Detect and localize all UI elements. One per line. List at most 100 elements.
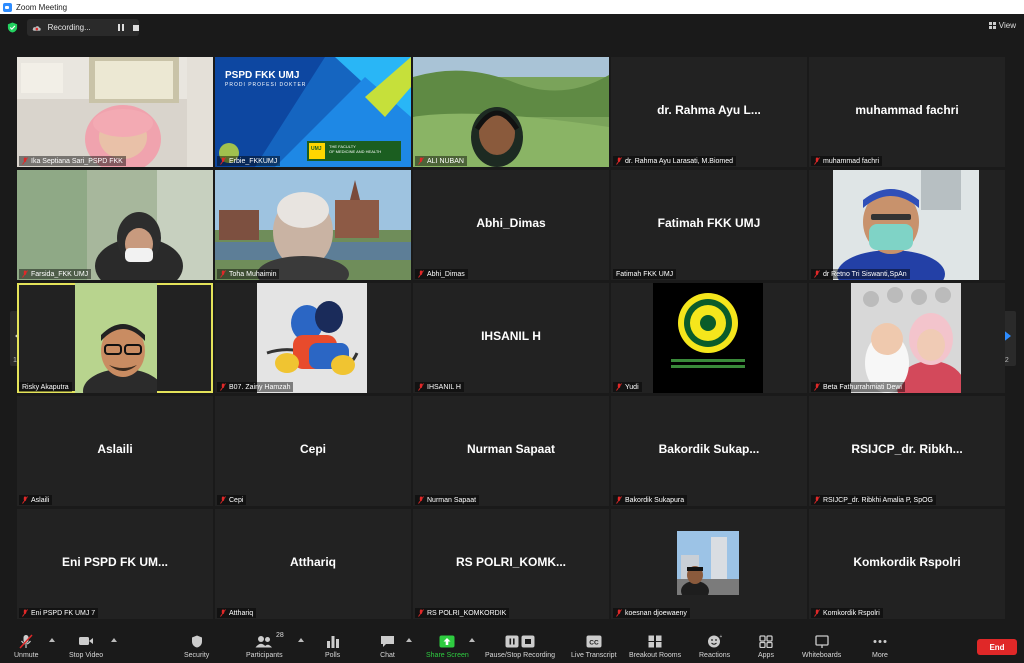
security-shield-icon bbox=[191, 635, 202, 647]
whiteboard-icon bbox=[814, 634, 829, 648]
muted-mic-icon bbox=[418, 270, 424, 278]
end-meeting-button[interactable]: End bbox=[977, 639, 1017, 655]
participant-tile[interactable]: IHSANIL H IHSANIL H bbox=[413, 283, 609, 393]
participant-display-name: muhammad fachri bbox=[855, 103, 959, 117]
participant-name: Risky Akaputra bbox=[22, 383, 69, 391]
cloud-recording-icon bbox=[32, 25, 41, 31]
participant-name: B07. Zainy Hamzah bbox=[229, 383, 291, 391]
participant-name-label: Erbie_FKKUMJ bbox=[217, 156, 281, 166]
participant-display-name: Abhi_Dimas bbox=[476, 216, 546, 230]
participant-display-name: Cepi bbox=[299, 442, 326, 456]
muted-mic-icon bbox=[220, 496, 226, 504]
share-screen-button[interactable]: Share Screen bbox=[426, 633, 469, 659]
participant-tile[interactable]: muhammad fachri muhammad fachri bbox=[809, 57, 1005, 167]
participant-tile-active-speaker[interactable]: Risky Akaputra bbox=[17, 283, 213, 393]
chat-options-caret[interactable] bbox=[406, 638, 412, 642]
security-button[interactable]: Security bbox=[184, 633, 209, 659]
chat-button[interactable]: Chat bbox=[380, 633, 395, 659]
participant-tile[interactable]: dr Retno Tri Siswanti,SpAn bbox=[809, 170, 1005, 280]
apps-button[interactable]: Apps bbox=[758, 633, 774, 659]
participant-tile[interactable]: Aslaili Aslaili bbox=[17, 396, 213, 506]
unmute-button[interactable]: Unmute bbox=[14, 633, 39, 659]
muted-mic-icon bbox=[418, 157, 424, 165]
participant-video bbox=[833, 170, 979, 280]
chat-bubble-icon bbox=[381, 635, 394, 647]
audio-options-caret[interactable] bbox=[49, 638, 55, 642]
participant-tile[interactable]: Beta Fathurrahmiati Dewi bbox=[809, 283, 1005, 393]
participant-name: Atthariq bbox=[229, 609, 254, 617]
more-button[interactable]: More bbox=[872, 633, 888, 659]
stop-recording-button[interactable] bbox=[133, 24, 139, 31]
view-button[interactable]: View bbox=[988, 21, 1016, 30]
participant-video bbox=[17, 57, 213, 167]
participant-name: dr. Rahma Ayu Larasati, M.Biomed bbox=[625, 157, 734, 165]
breakout-rooms-button[interactable]: Breakout Rooms bbox=[629, 633, 681, 659]
participant-name-label: koesnan djoewaeny bbox=[613, 608, 690, 618]
participant-video bbox=[17, 170, 213, 280]
reactions-emoji-icon: + bbox=[708, 634, 722, 648]
participants-options-caret[interactable] bbox=[298, 638, 304, 642]
muted-mic-icon bbox=[22, 609, 28, 617]
participant-video bbox=[413, 57, 609, 167]
participant-name: Aslaili bbox=[31, 496, 50, 504]
participant-tile[interactable]: Bakordik Sukap... Bakordik Sukapura bbox=[611, 396, 807, 506]
share-options-caret[interactable] bbox=[469, 638, 475, 642]
video-options-caret[interactable] bbox=[111, 638, 117, 642]
participant-tile[interactable]: Nurman Sapaat Nurman Sapaat bbox=[413, 396, 609, 506]
participant-name-label: Fatimah FKK UMJ bbox=[613, 269, 677, 279]
pause-stop-icon bbox=[505, 635, 535, 647]
participant-display-name: RSIJCP_dr. Ribkh... bbox=[851, 442, 963, 456]
pause-stop-recording-button[interactable]: Pause/Stop Recording bbox=[485, 633, 555, 659]
participant-tile[interactable]: Toha Muhaimin bbox=[215, 170, 411, 280]
muted-mic-icon bbox=[22, 270, 28, 278]
participant-tile[interactable]: Atthariq Atthariq bbox=[215, 509, 411, 619]
participant-tile[interactable]: PSPD FKK UMJ PRODI PROFESI DOKTER UMJ TH… bbox=[215, 57, 411, 167]
muted-mic-icon bbox=[814, 383, 820, 391]
reactions-button[interactable]: + Reactions bbox=[699, 633, 730, 659]
participant-display-name: Bakordik Sukap... bbox=[658, 442, 760, 456]
polls-chart-icon bbox=[326, 635, 339, 648]
participant-tile[interactable]: Abhi_Dimas Abhi_Dimas bbox=[413, 170, 609, 280]
shield-icon[interactable] bbox=[7, 22, 18, 33]
participant-name: Erbie_FKKUMJ bbox=[229, 157, 278, 165]
participant-tile[interactable]: Eni PSPD FK UM... Eni PSPD FK UMJ 7 bbox=[17, 509, 213, 619]
pause-recording-button[interactable] bbox=[117, 23, 126, 32]
participant-tile[interactable]: koesnan djoewaeny bbox=[611, 509, 807, 619]
muted-mic-icon bbox=[814, 270, 820, 278]
participant-tile[interactable]: RS POLRI_KOMK... RS POLRI_KOMKORDIK bbox=[413, 509, 609, 619]
participant-name-label: Beta Fathurrahmiati Dewi bbox=[811, 382, 905, 392]
whiteboards-button[interactable]: Whiteboards bbox=[802, 633, 841, 659]
participant-display-name: Nurman Sapaat bbox=[466, 442, 556, 456]
zoom-app-icon bbox=[3, 2, 12, 12]
live-transcript-button[interactable]: CC Live Transcript bbox=[571, 633, 617, 659]
participant-tile[interactable]: ALI NUBAN bbox=[413, 57, 609, 167]
svg-text:CC: CC bbox=[589, 639, 599, 646]
background-badge-text: THE FACULTY OF MEDICINE AND HEALTH bbox=[329, 144, 382, 154]
muted-mic-icon bbox=[220, 609, 226, 617]
participant-tile[interactable]: dr. Rahma Ayu L... dr. Rahma Ayu Larasat… bbox=[611, 57, 807, 167]
participant-name: Eni PSPD FK UMJ 7 bbox=[31, 609, 96, 617]
participant-tile[interactable]: Cepi Cepi bbox=[215, 396, 411, 506]
gallery-view: Ika Septiana Sari_PSPD FKK PSPD FKK UMJ … bbox=[17, 57, 1007, 621]
muted-mic-icon bbox=[220, 270, 226, 278]
participant-name-label: Risky Akaputra bbox=[19, 382, 72, 392]
participant-name-label: dr Retno Tri Siswanti,SpAn bbox=[811, 269, 910, 279]
participant-name-label: Bakordik Sukapura bbox=[613, 495, 688, 505]
participant-tile[interactable]: Fatimah FKK UMJ Fatimah FKK UMJ bbox=[611, 170, 807, 280]
participant-tile[interactable]: Ika Septiana Sari_PSPD FKK bbox=[17, 57, 213, 167]
participant-tile[interactable]: Yudi bbox=[611, 283, 807, 393]
muted-mic-icon bbox=[220, 383, 226, 391]
participant-name: Komkordik Rspolri bbox=[823, 609, 880, 617]
participant-tile[interactable]: Farsida_FKK UMJ bbox=[17, 170, 213, 280]
participant-name: koesnan djoewaeny bbox=[625, 609, 687, 617]
participant-tile[interactable]: B07. Zainy Hamzah bbox=[215, 283, 411, 393]
stop-video-button[interactable]: Stop Video bbox=[69, 633, 103, 659]
polls-button[interactable]: Polls bbox=[325, 633, 340, 659]
meeting-top-bar: Recording... View bbox=[0, 14, 1024, 42]
participant-video bbox=[851, 283, 961, 393]
participant-name-label: Cepi bbox=[217, 495, 247, 505]
participant-name: ALI NUBAN bbox=[427, 157, 464, 165]
participant-tile[interactable]: RSIJCP_dr. Ribkh... RSIJCP_dr. Ribkhi Am… bbox=[809, 396, 1005, 506]
participant-tile[interactable]: Komkordik Rspolri Komkordik Rspolri bbox=[809, 509, 1005, 619]
participant-display-name: Aslaili bbox=[97, 442, 133, 456]
